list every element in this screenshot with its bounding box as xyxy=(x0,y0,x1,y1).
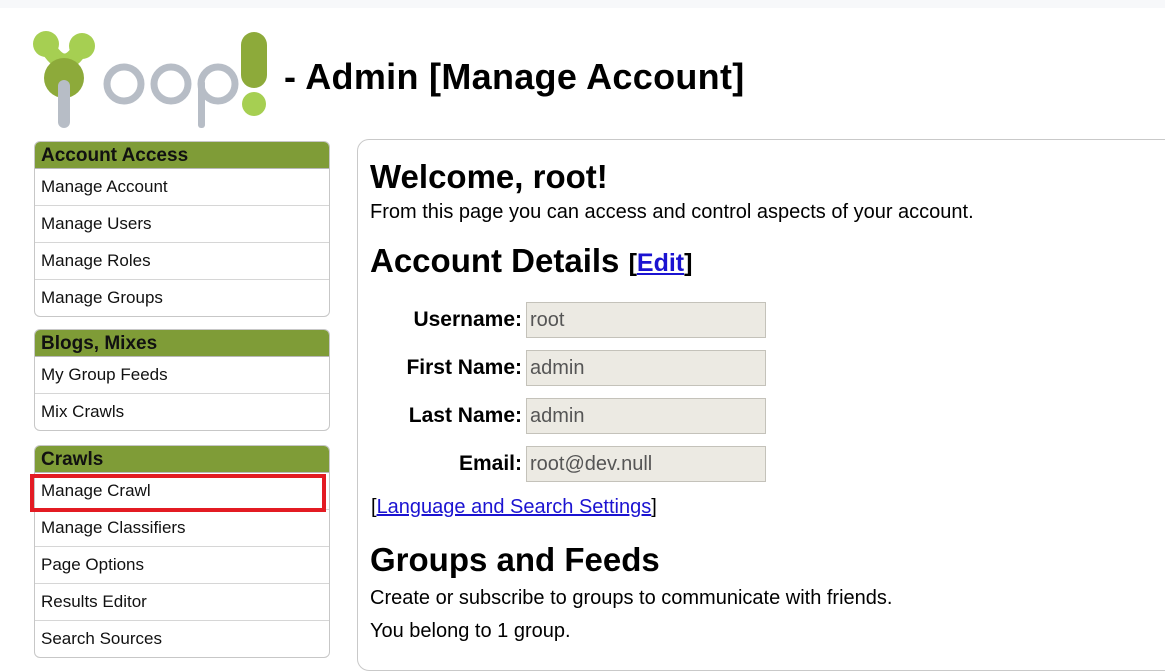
sidebar-group-account-access: Account Access Manage Account Manage Use… xyxy=(34,141,330,317)
sidebar-item-search-sources[interactable]: Search Sources xyxy=(35,621,329,657)
page-title: - Admin [Manage Account] xyxy=(284,56,745,97)
account-details-title: Account Details xyxy=(370,242,620,279)
username-field: root xyxy=(526,302,766,338)
sidebar-item-manage-classifiers[interactable]: Manage Classifiers xyxy=(35,510,329,547)
yioop-logo xyxy=(33,31,267,128)
sidebar-group-title: Crawls xyxy=(35,446,329,473)
sidebar-item-page-options[interactable]: Page Options xyxy=(35,547,329,584)
sidebar-item-manage-users[interactable]: Manage Users xyxy=(35,206,329,243)
welcome-heading: Welcome, root! xyxy=(370,158,608,195)
sidebar-group-crawls: Crawls Manage Crawl Manage Classifiers P… xyxy=(34,445,330,658)
language-search-settings-link[interactable]: Language and Search Settings xyxy=(377,496,652,518)
account-details-heading: Account Details [Edit] xyxy=(370,242,692,280)
sidebar-group-title: Blogs, Mixes xyxy=(35,330,329,357)
last-name-label: Last Name: xyxy=(408,404,522,427)
sidebar-group-blogs-mixes: Blogs, Mixes My Group Feeds Mix Crawls xyxy=(34,329,330,431)
edit-link-wrapper: [Edit] xyxy=(628,248,693,277)
email-label: Email: xyxy=(458,452,522,475)
first-name-label: First Name: xyxy=(406,356,522,379)
first-name-field: admin xyxy=(526,350,766,386)
sidebar-item-manage-groups[interactable]: Manage Groups xyxy=(35,280,329,316)
username-label: Username: xyxy=(413,308,522,331)
last-name-field: admin xyxy=(526,398,766,434)
top-strip xyxy=(0,0,1165,8)
intro-text: From this page you can access and contro… xyxy=(370,201,974,223)
sidebar-group-title: Account Access xyxy=(35,142,329,169)
sidebar-item-mix-crawls[interactable]: Mix Crawls xyxy=(35,394,329,430)
sidebar-item-manage-account[interactable]: Manage Account xyxy=(35,169,329,206)
sidebar-item-manage-crawl[interactable]: Manage Crawl xyxy=(35,473,329,510)
groups-feeds-heading: Groups and Feeds xyxy=(370,541,660,578)
email-field: root@dev.null xyxy=(526,446,766,482)
language-settings-line: [Language and Search Settings] xyxy=(371,496,657,518)
sidebar-item-manage-roles[interactable]: Manage Roles xyxy=(35,243,329,280)
sidebar-item-my-group-feeds[interactable]: My Group Feeds xyxy=(35,357,329,394)
groups-feeds-description: Create or subscribe to groups to communi… xyxy=(370,587,893,609)
edit-account-link[interactable]: Edit xyxy=(637,249,684,277)
group-membership-count: You belong to 1 group. xyxy=(370,620,571,642)
sidebar-item-results-editor[interactable]: Results Editor xyxy=(35,584,329,621)
